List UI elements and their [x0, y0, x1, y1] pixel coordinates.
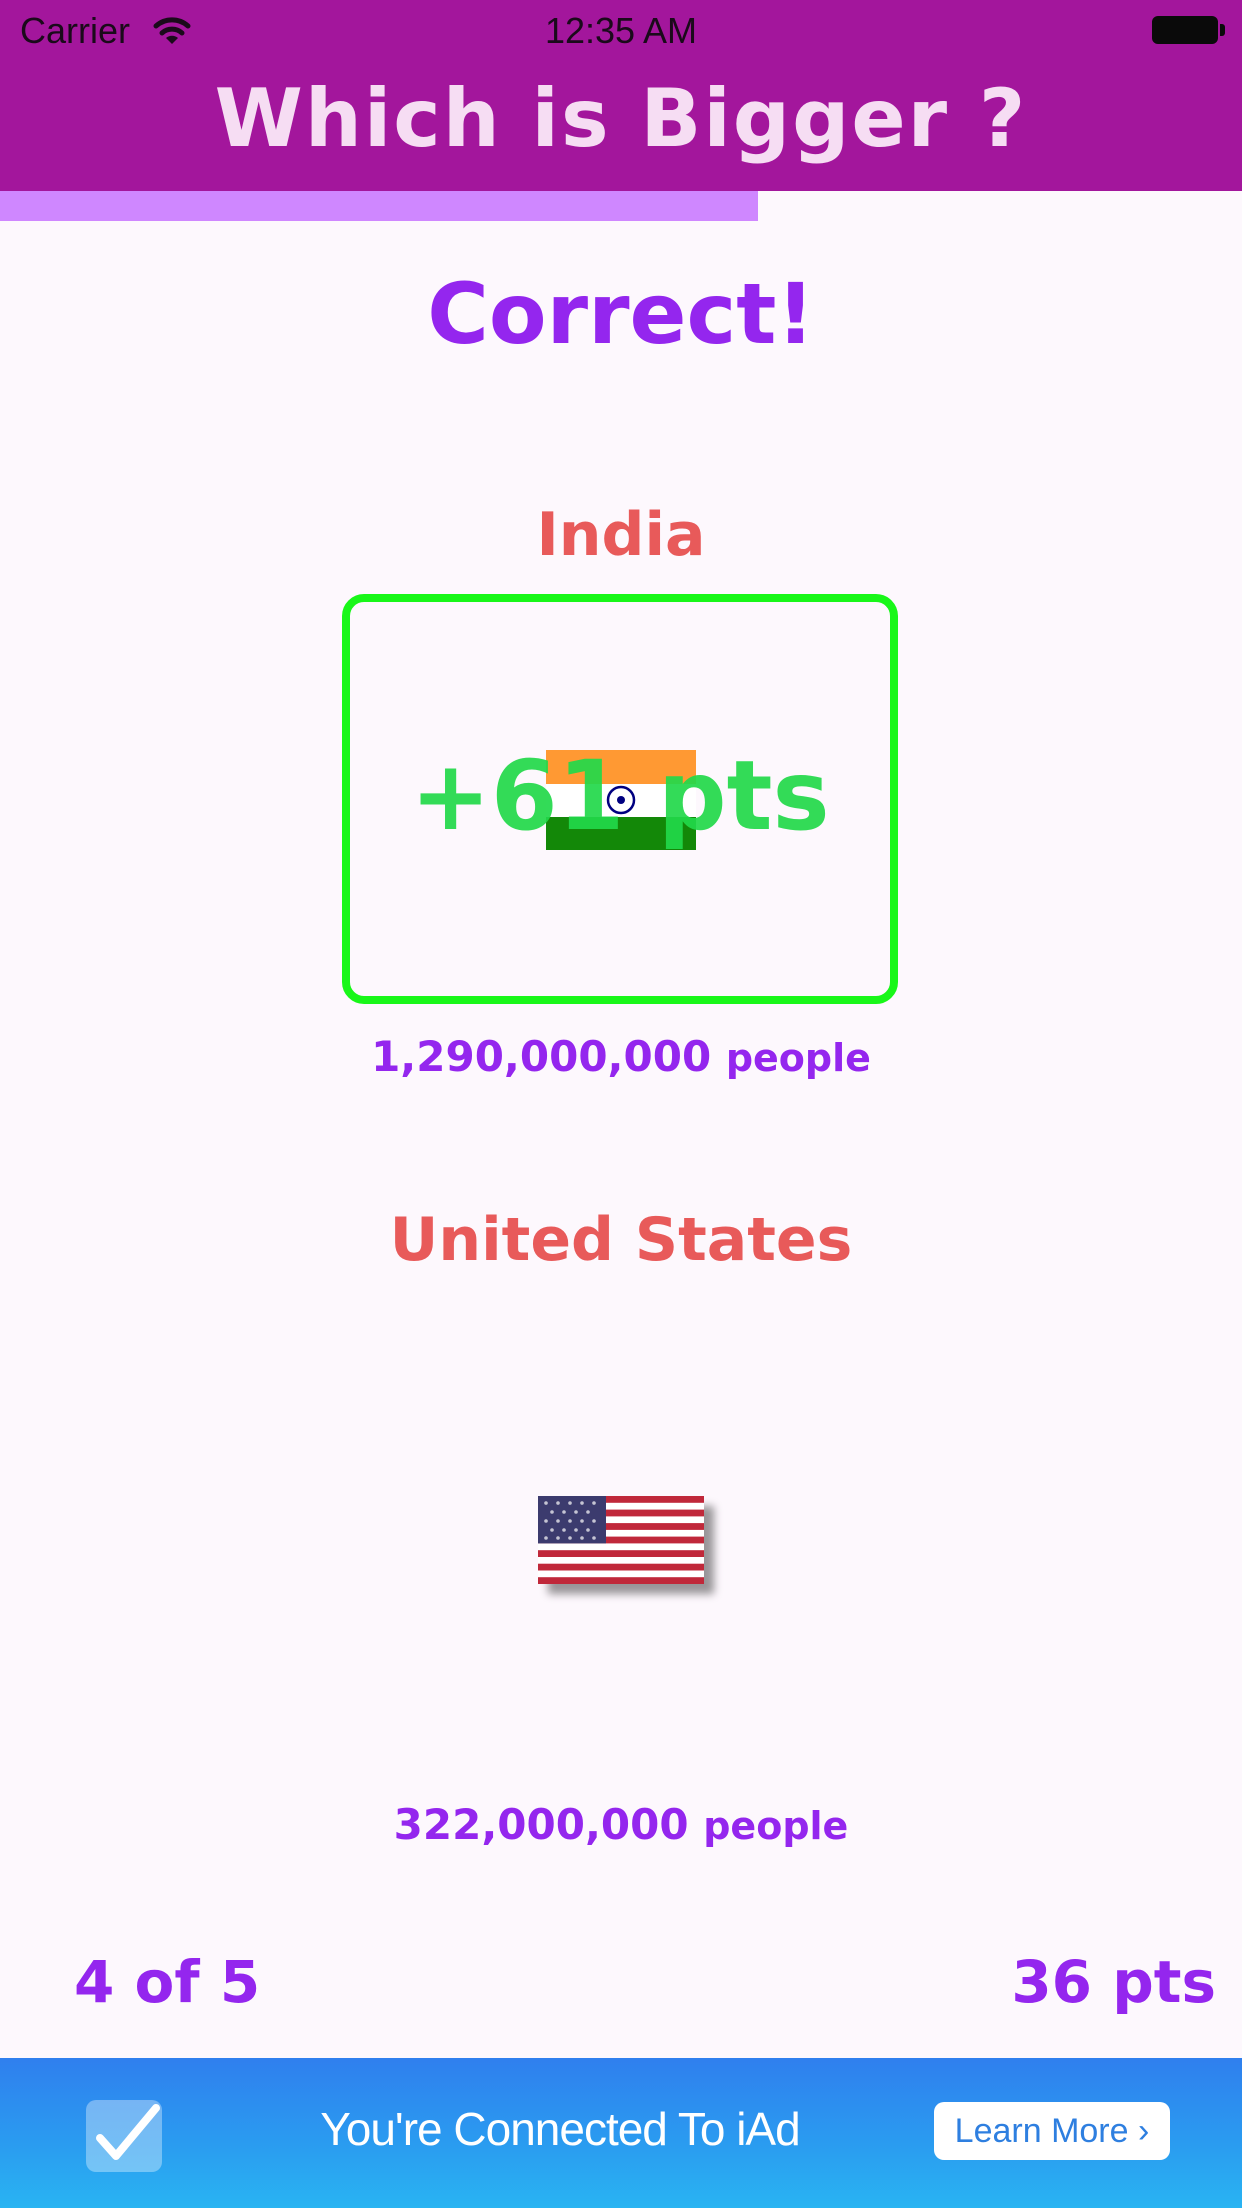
usa-flag-icon[interactable]: [538, 1496, 704, 1584]
country2-name: United States: [389, 1205, 853, 1275]
progress-bar: [0, 191, 758, 221]
battery-tip: [1220, 24, 1225, 36]
battery-icon: [1152, 16, 1218, 44]
result-message: Correct!: [427, 265, 815, 363]
population-unit: people: [725, 1036, 871, 1080]
learn-more-button[interactable]: Learn More ›: [934, 2102, 1170, 2160]
population-unit: people: [703, 1804, 849, 1848]
population-value: 1,290,000,000: [371, 1032, 712, 1081]
country1-population: 1,290,000,000 people: [0, 1032, 1242, 1081]
learn-more-label: Learn More: [954, 2112, 1129, 2150]
population-value: 322,000,000: [393, 1800, 689, 1849]
checkmark-icon: [86, 2100, 162, 2172]
chevron-right-icon: ›: [1138, 2112, 1150, 2150]
status-time: 12:35 AM: [544, 10, 698, 51]
country2-population: 322,000,000 people: [0, 1800, 1242, 1849]
score-label: 36 pts: [1011, 1948, 1216, 2016]
app-title: Which is Bigger ?: [214, 72, 1028, 165]
points-gain-label: +61 pts: [410, 740, 830, 852]
question-counter: 4 of 5: [74, 1948, 261, 2016]
country1-name: India: [536, 500, 706, 570]
ad-message: You're Connected To iAd: [320, 2103, 800, 2155]
